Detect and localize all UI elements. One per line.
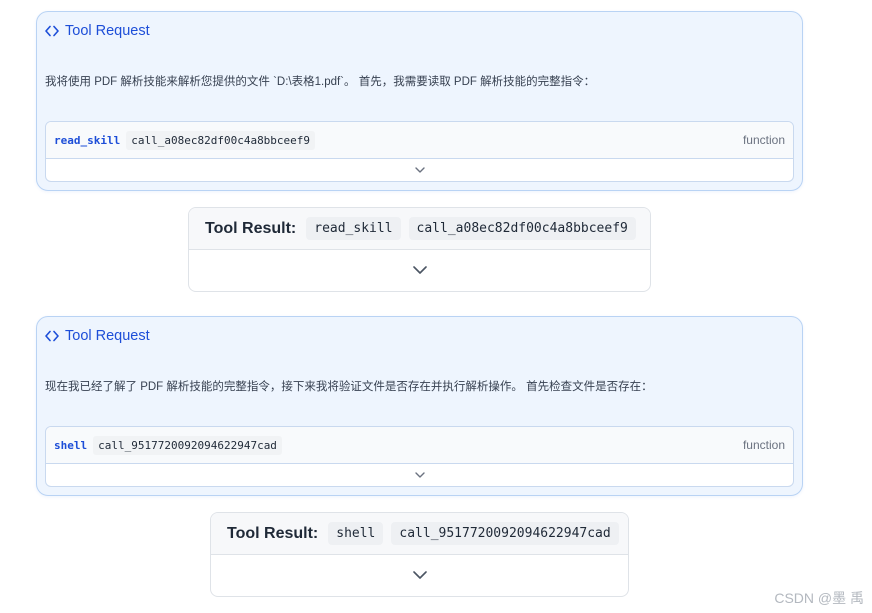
chevron-down-icon bbox=[412, 266, 427, 274]
code-brackets-icon bbox=[45, 25, 59, 37]
function-call-box: read_skill call_a08ec82df00c4a8bbceef9 f… bbox=[45, 121, 794, 182]
tool-result-label: Tool Result: bbox=[205, 219, 297, 237]
tool-result-card: Tool Result: shell call_9517720092094622… bbox=[210, 512, 629, 597]
function-type-label: function bbox=[742, 133, 785, 147]
tool-request-title: Tool Request bbox=[65, 23, 150, 39]
function-call-row: read_skill call_a08ec82df00c4a8bbceef9 f… bbox=[46, 122, 793, 159]
tool-result-header: Tool Result: read_skill call_a08ec82df00… bbox=[189, 208, 650, 250]
expand-toggle[interactable] bbox=[46, 464, 793, 486]
function-name: read_skill bbox=[54, 133, 121, 147]
result-expand-toggle[interactable] bbox=[211, 555, 628, 595]
tool-result-label: Tool Result: bbox=[227, 524, 319, 542]
tool-result-card: Tool Result: read_skill call_a08ec82df00… bbox=[188, 207, 651, 292]
chevron-down-icon bbox=[412, 571, 427, 579]
call-id: call_9517720092094622947cad bbox=[93, 435, 282, 455]
result-call-id: call_9517720092094622947cad bbox=[391, 522, 619, 545]
result-expand-toggle[interactable] bbox=[189, 250, 650, 290]
function-type-label: function bbox=[742, 438, 785, 452]
function-call-box: shell call_9517720092094622947cad functi… bbox=[45, 426, 794, 487]
tool-request-message: 现在我已经了解了 PDF 解析技能的完整指令，接下来我将验证文件是否存在并执行解… bbox=[45, 381, 653, 393]
function-call-row: shell call_9517720092094622947cad functi… bbox=[46, 427, 793, 464]
tool-request-card: Tool Request 现在我已经了解了 PDF 解析技能的完整指令，接下来我… bbox=[36, 316, 803, 496]
tool-request-title: Tool Request bbox=[65, 328, 150, 344]
chevron-down-icon bbox=[414, 167, 425, 173]
tool-request-card: Tool Request 我将使用 PDF 解析技能来解析您提供的文件 `D:\… bbox=[36, 11, 803, 191]
tool-result-header: Tool Result: shell call_9517720092094622… bbox=[211, 513, 628, 555]
tool-request-header: Tool Request bbox=[45, 21, 150, 41]
tool-request-message: 我将使用 PDF 解析技能来解析您提供的文件 `D:\表格1.pdf`。 首先，… bbox=[45, 76, 596, 88]
chevron-down-icon bbox=[414, 472, 425, 478]
result-function-name: shell bbox=[328, 522, 384, 545]
function-name: shell bbox=[54, 438, 88, 452]
watermark: CSDN @墨 禹 bbox=[774, 590, 864, 606]
result-function-name: read_skill bbox=[306, 217, 401, 240]
tool-request-header: Tool Request bbox=[45, 326, 150, 346]
expand-toggle[interactable] bbox=[46, 159, 793, 181]
call-id: call_a08ec82df00c4a8bbceef9 bbox=[126, 130, 316, 150]
code-brackets-icon bbox=[45, 330, 59, 342]
result-call-id: call_a08ec82df00c4a8bbceef9 bbox=[408, 217, 636, 240]
